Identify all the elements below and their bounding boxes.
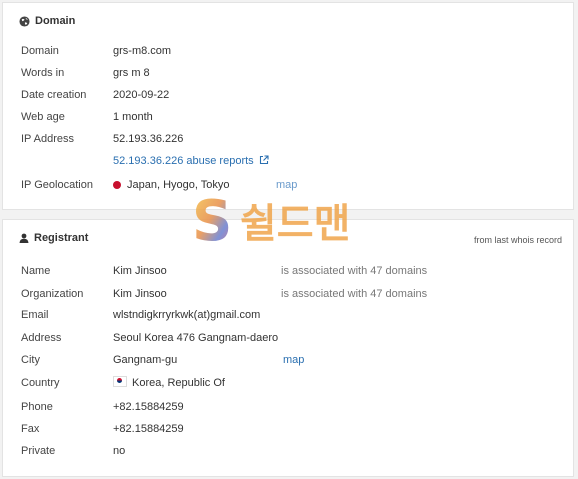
domain-title-text: Domain xyxy=(35,15,76,27)
date-creation-label: Date creation xyxy=(21,89,87,101)
organization-association: is associated with 47 domains xyxy=(281,288,428,300)
phone-value: +82.15884259 xyxy=(113,401,184,413)
date-creation-row: Date creation 2020-09-22 xyxy=(21,87,563,103)
web-age-value: 1 month xyxy=(113,111,153,123)
words-in-value: grs m 8 xyxy=(113,67,150,79)
watermark-letter: S xyxy=(192,190,232,250)
name-label: Name xyxy=(21,265,51,277)
words-in-row: Words in grs m 8 xyxy=(21,65,563,81)
registrant-title-text: Registrant xyxy=(34,232,89,244)
abuse-reports-wrap: 52.193.36.226 abuse reports xyxy=(113,153,269,169)
organization-link[interactable]: Kim Jinsoo xyxy=(113,286,167,302)
city-row: City Gangnam-gu map xyxy=(21,352,563,368)
japan-flag-icon xyxy=(113,181,121,189)
external-link-icon[interactable] xyxy=(259,155,269,165)
domain-label: Domain xyxy=(21,45,59,57)
email-label: Email xyxy=(21,309,49,321)
email-row: Email wlstndigkrryrkwk(at)gmail.com xyxy=(21,307,563,323)
domain-value: grs-m8.com xyxy=(113,45,172,57)
organization-row: Organization Kim Jinsoo is associated wi… xyxy=(21,286,563,302)
registrant-panel: Registrant from last whois record Name K… xyxy=(2,219,574,477)
domain-row: Domain grs-m8.com xyxy=(21,43,563,59)
fax-value: +82.15884259 xyxy=(113,423,184,435)
name-association: is associated with 47 domains xyxy=(281,265,428,277)
domain-panel-title: Domain xyxy=(19,15,75,27)
country-value-wrap: Korea, Republic Of xyxy=(113,375,225,391)
user-icon xyxy=(19,233,29,243)
phone-row: Phone +82.15884259 xyxy=(21,399,563,415)
ip-address-label: IP Address xyxy=(21,133,74,145)
country-row: Country Korea, Republic Of xyxy=(21,375,563,391)
address-value: Seoul Korea 476 Gangnam-daero xyxy=(113,332,279,344)
city-label: City xyxy=(21,354,40,366)
abuse-reports-link[interactable]: 52.193.36.226 abuse reports xyxy=(113,155,254,167)
city-value: Gangnam-gu xyxy=(113,354,178,366)
web-age-row: Web age 1 month xyxy=(21,109,563,125)
address-label: Address xyxy=(21,332,62,344)
domain-panel: Domain Domain grs-m8.com Words in grs m … xyxy=(2,2,574,210)
name-link[interactable]: Kim Jinsoo xyxy=(113,263,167,279)
abuse-reports-row: 52.193.36.226 abuse reports xyxy=(21,153,563,169)
name-row: Name Kim Jinsoo is associated with 47 do… xyxy=(21,263,563,279)
address-row: Address Seoul Korea 476 Gangnam-daero xyxy=(21,330,563,346)
private-row: Private no xyxy=(21,443,563,459)
watermark-text: 쉴드맨 xyxy=(240,201,350,247)
fax-label: Fax xyxy=(21,423,40,435)
email-value: wlstndigkrryrkwk(at)gmail.com xyxy=(113,309,261,321)
private-label: Private xyxy=(21,445,56,457)
whois-record-note: from last whois record xyxy=(473,235,562,245)
organization-label: Organization xyxy=(21,288,84,300)
watermark-logo: S 쉴드맨 xyxy=(192,190,350,250)
ip-geolocation-label: IP Geolocation xyxy=(21,179,93,191)
fax-row: Fax +82.15884259 xyxy=(21,421,563,437)
ip-address-row: IP Address 52.193.36.226 xyxy=(21,131,563,147)
korea-flag-icon xyxy=(113,376,127,387)
private-value: no xyxy=(113,445,126,457)
web-age-label: Web age xyxy=(21,111,65,123)
ip-address-link[interactable]: 52.193.36.226 xyxy=(113,131,183,147)
globe-icon xyxy=(19,15,30,27)
date-creation-value: 2020-09-22 xyxy=(113,89,170,101)
registrant-panel-title: Registrant xyxy=(19,232,88,244)
phone-label: Phone xyxy=(21,401,53,413)
country-value: Korea, Republic Of xyxy=(132,377,225,389)
words-in-label: Words in xyxy=(21,67,65,79)
country-label: Country xyxy=(21,377,60,389)
city-map-link[interactable]: map xyxy=(283,352,304,368)
